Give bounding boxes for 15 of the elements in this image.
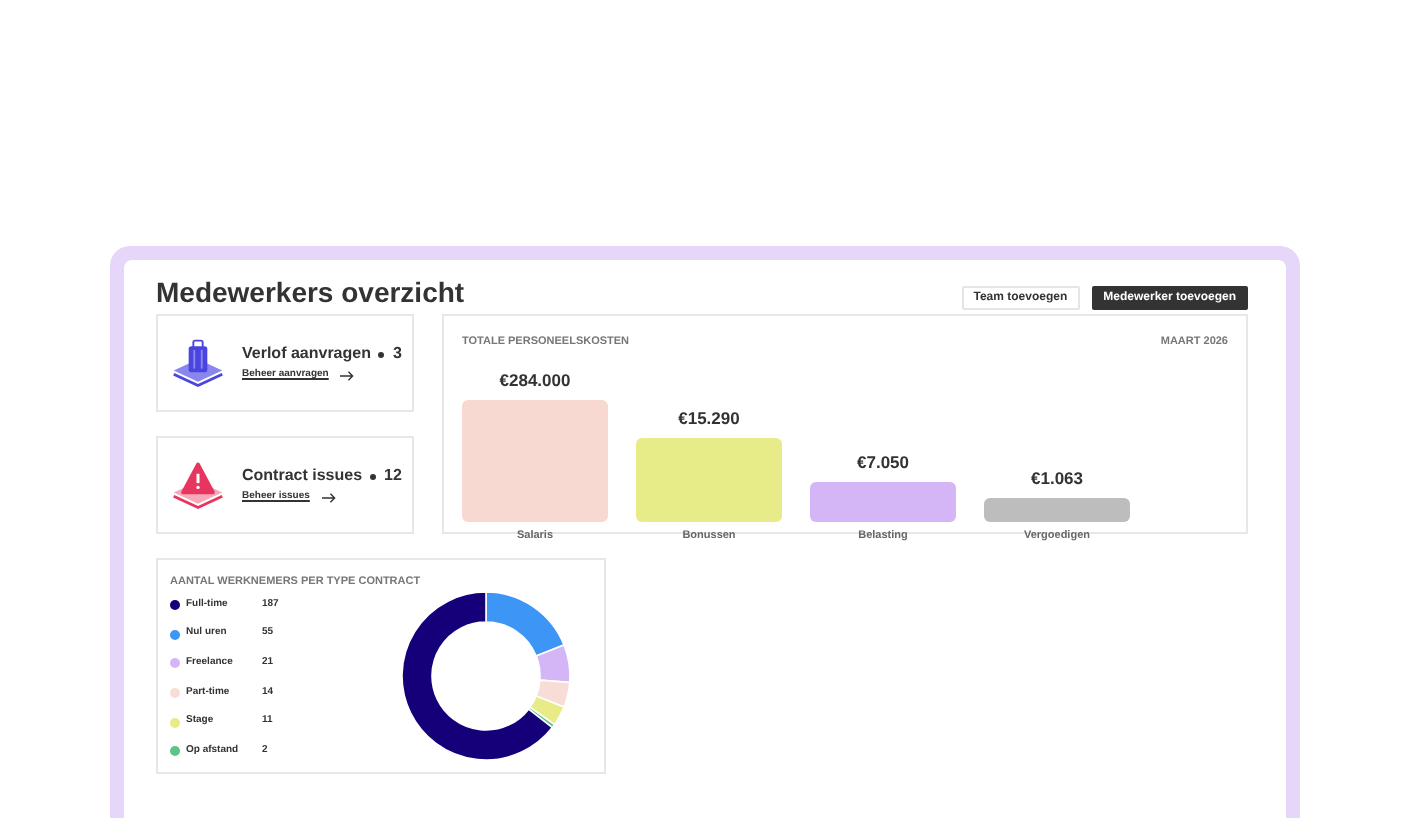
amount-value: €1.063 [1031, 469, 1083, 489]
arrow-right-icon[interactable] [321, 491, 336, 504]
count-value: 12 [384, 466, 402, 486]
warning-icon [170, 460, 226, 510]
card-title: Contract issues [242, 466, 363, 486]
amount-value: €284.000 [499, 371, 571, 391]
count-value: 3 [392, 344, 402, 364]
arrow-right-icon[interactable] [340, 369, 355, 382]
bullet-icon [370, 473, 377, 479]
page-title: Medewerkers overzicht [156, 276, 465, 308]
bullet-icon [378, 351, 385, 357]
amount-value: €7.050 [857, 453, 909, 473]
suitcase-icon [170, 338, 226, 388]
card-title: Verlof aanvragen [242, 344, 371, 364]
amount-value: €15.290 [678, 409, 740, 429]
